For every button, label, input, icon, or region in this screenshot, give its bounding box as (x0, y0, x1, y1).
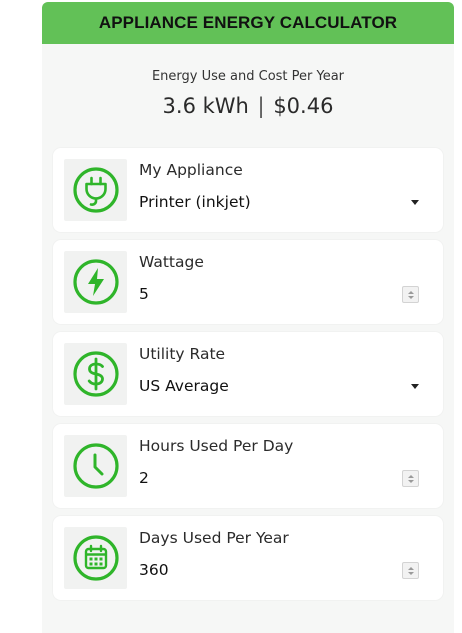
appliance-label: My Appliance (139, 161, 243, 179)
days-stepper[interactable] (402, 562, 419, 579)
calendar-icon (64, 527, 127, 589)
appliance-card: My Appliance Printer (inkjet) (53, 148, 443, 232)
dollar-sign-icon (64, 343, 127, 405)
wattage-input[interactable]: 5 (139, 285, 149, 303)
result-label: Energy Use and Cost Per Year (151, 69, 345, 84)
wattage-card: Wattage 5 (53, 240, 443, 324)
stepper-down-icon[interactable] (407, 295, 414, 299)
appliance-dropdown-caret-icon[interactable] (411, 200, 419, 205)
hours-label: Hours Used Per Day (139, 437, 294, 455)
result-kwh: 3.6 kWh (162, 94, 249, 118)
result-separator: | (257, 94, 265, 118)
utility-rate-select[interactable]: US Average (139, 377, 229, 395)
clock-icon (64, 435, 127, 497)
hours-input[interactable]: 2 (139, 469, 149, 487)
utility-rate-label: Utility Rate (139, 345, 226, 363)
stepper-down-icon[interactable] (407, 571, 414, 575)
stepper-up-icon[interactable] (407, 566, 414, 570)
stepper-down-icon[interactable] (407, 479, 414, 483)
hours-stepper[interactable] (402, 470, 419, 487)
result-value: 3.6 kWh | $0.46 (42, 94, 454, 118)
calculator-title: APPLIANCE ENERGY CALCULATOR (98, 13, 398, 32)
plug-icon (64, 159, 127, 221)
result-cost: $0.46 (273, 94, 334, 118)
utility-rate-dropdown-caret-icon[interactable] (411, 384, 419, 389)
wattage-label: Wattage (139, 253, 204, 271)
days-label: Days Used Per Year (139, 529, 289, 547)
energy-calculator-widget: APPLIANCE ENERGY CALCULATOR Energy Use a… (42, 2, 454, 633)
appliance-select[interactable]: Printer (inkjet) (139, 193, 251, 211)
days-card: Days Used Per Year 360 (53, 516, 443, 600)
calculator-header: APPLIANCE ENERGY CALCULATOR (42, 2, 454, 44)
days-input[interactable]: 360 (139, 561, 169, 579)
stepper-up-icon[interactable] (407, 290, 414, 294)
result-summary: Energy Use and Cost Per Year 3.6 kWh | $… (42, 69, 454, 118)
stepper-up-icon[interactable] (407, 474, 414, 478)
lightning-bolt-icon (64, 251, 127, 313)
wattage-stepper[interactable] (402, 286, 419, 303)
utility-rate-card: Utility Rate US Average (53, 332, 443, 416)
hours-card: Hours Used Per Day 2 (53, 424, 443, 508)
